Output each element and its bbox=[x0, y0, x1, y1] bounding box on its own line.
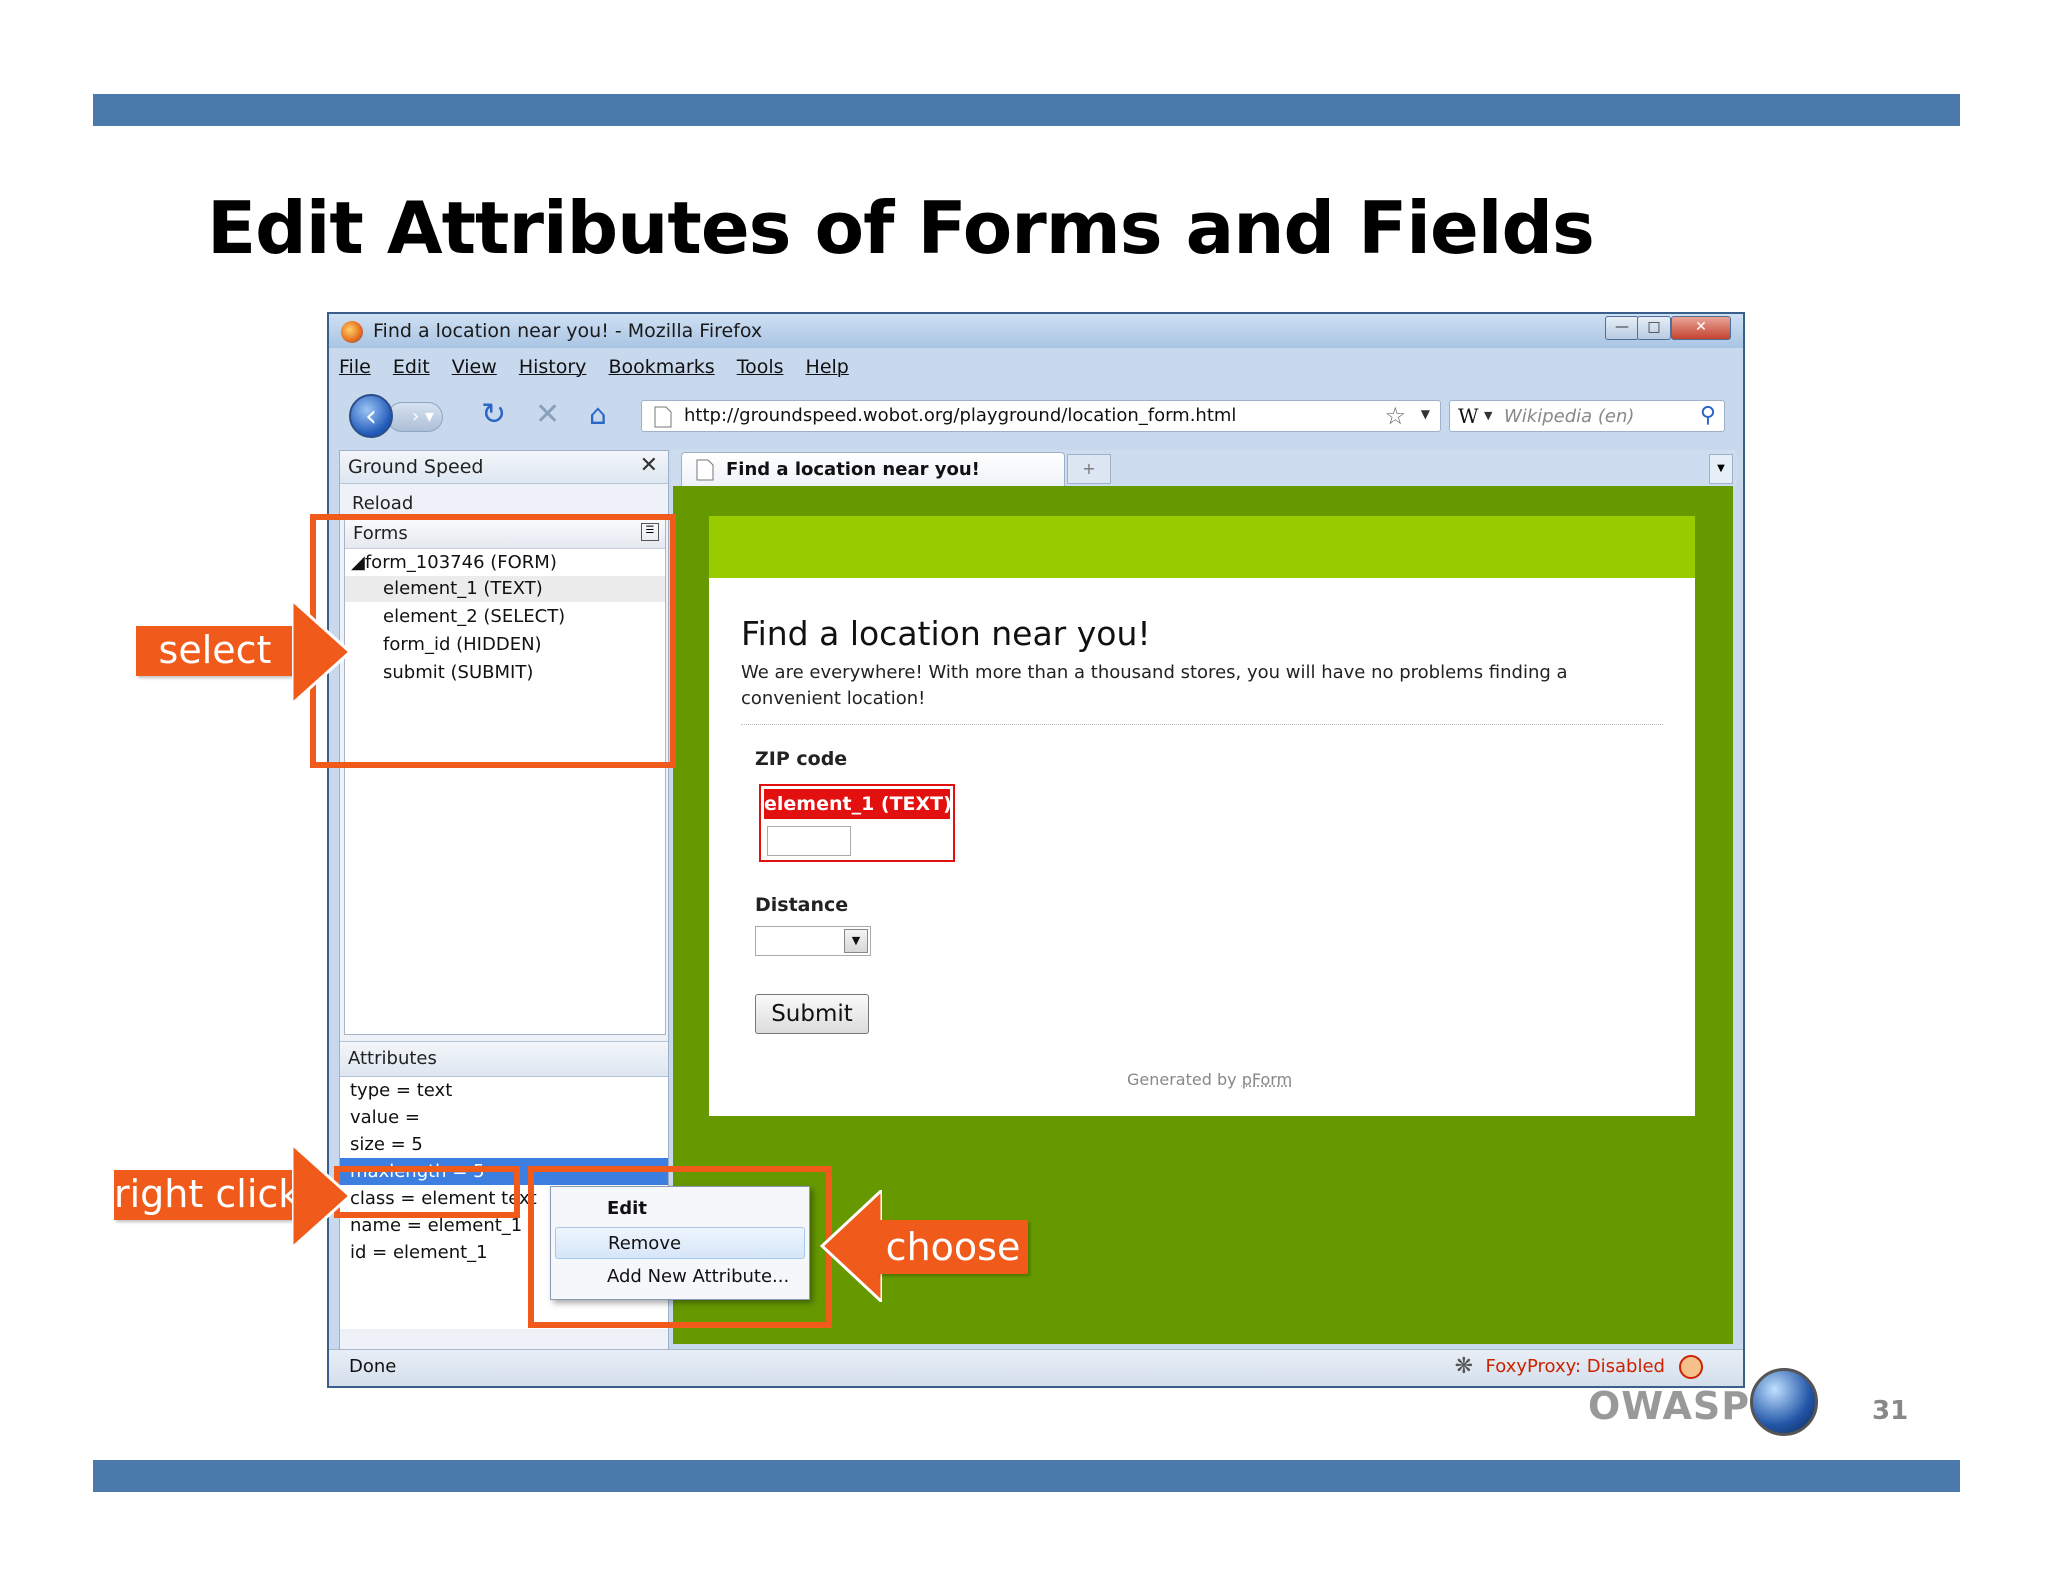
stop-icon[interactable]: ✕ bbox=[535, 398, 560, 432]
top-band bbox=[93, 94, 1960, 126]
search-engine-icon[interactable]: W bbox=[1458, 404, 1479, 428]
submit-button[interactable]: Submit bbox=[755, 994, 869, 1034]
callout-choose: choose bbox=[820, 1190, 1040, 1302]
sidebar-header: Ground Speed ✕ bbox=[340, 451, 668, 484]
url-bar[interactable]: http://groundspeed.wobot.org/playground/… bbox=[641, 400, 1441, 432]
bug-icon[interactable]: ❋ bbox=[1455, 1354, 1473, 1379]
generated-prefix: Generated by bbox=[1127, 1070, 1237, 1089]
navigation-toolbar: › ▾ ‹ ↻ ✕ ⌂ http://groundspeed.wobot.org… bbox=[329, 388, 1743, 442]
status-text: Done bbox=[349, 1356, 397, 1377]
tab-bar: Find a location near you! + ▼ bbox=[671, 450, 1737, 486]
callout-choose-label: choose bbox=[878, 1220, 1028, 1274]
forward-button[interactable]: › ▾ bbox=[387, 402, 443, 432]
menu-help[interactable]: Help bbox=[806, 356, 849, 378]
callout-right-click-label: right click bbox=[114, 1170, 300, 1220]
distance-label: Distance bbox=[755, 894, 849, 916]
chevron-down-icon[interactable]: ▼ bbox=[844, 929, 868, 953]
reload-icon[interactable]: ↻ bbox=[481, 398, 506, 432]
new-tab-button[interactable]: + bbox=[1067, 454, 1111, 484]
search-placeholder: Wikipedia (en) bbox=[1504, 406, 1635, 427]
firefox-icon bbox=[341, 321, 363, 343]
url-dropdown-icon[interactable]: ▼ bbox=[1421, 407, 1430, 421]
page-description: We are everywhere! With more than a thou… bbox=[741, 662, 1568, 709]
distance-select[interactable]: ▼ bbox=[755, 926, 871, 956]
arrow-right-icon bbox=[292, 1144, 352, 1248]
divider bbox=[741, 724, 1663, 725]
menu-bookmarks[interactable]: Bookmarks bbox=[608, 356, 714, 378]
url-text: http://groundspeed.wobot.org/playground/… bbox=[684, 405, 1237, 426]
attributes-header: Attributes bbox=[340, 1041, 668, 1077]
page-heading: Find a location near you! bbox=[741, 614, 1151, 653]
menu-view[interactable]: View bbox=[452, 356, 497, 378]
reload-button[interactable]: Reload bbox=[352, 493, 413, 514]
tab-list-button[interactable]: ▼ bbox=[1709, 454, 1733, 484]
form-card-header bbox=[709, 516, 1695, 578]
callout-select: select bbox=[136, 600, 356, 704]
search-box[interactable]: W ▼ Wikipedia (en) ⚲ bbox=[1449, 400, 1725, 432]
tab-page-icon bbox=[696, 459, 714, 481]
annotation-box-attribute bbox=[334, 1166, 520, 1218]
zip-field-highlight: element_1 (TEXT) bbox=[759, 784, 955, 862]
search-engine-dropdown-icon[interactable]: ▼ bbox=[1484, 409, 1492, 422]
annotation-box-menu bbox=[528, 1166, 832, 1328]
arrow-left-icon bbox=[820, 1190, 882, 1302]
window-title: Find a location near you! - Mozilla Fire… bbox=[373, 320, 763, 342]
zip-input[interactable] bbox=[767, 826, 851, 856]
page-icon bbox=[654, 406, 672, 428]
slide-title: Edit Attributes of Forms and Fields bbox=[207, 186, 1595, 270]
foxyproxy-icon[interactable] bbox=[1679, 1355, 1703, 1379]
arrow-right-icon bbox=[292, 600, 352, 704]
menu-tools[interactable]: Tools bbox=[737, 356, 784, 378]
title-bar: Find a location near you! - Mozilla Fire… bbox=[329, 314, 1743, 348]
back-button[interactable]: ‹ bbox=[349, 394, 393, 438]
callout-right-click: right click bbox=[114, 1144, 354, 1248]
sidebar-title: Ground Speed bbox=[348, 456, 484, 478]
attribute-row[interactable]: value = bbox=[340, 1104, 668, 1131]
attributes-label: Attributes bbox=[348, 1048, 437, 1069]
annotation-box-forms bbox=[310, 514, 676, 768]
foxyproxy-status[interactable]: FoxyProxy: Disabled bbox=[1486, 1356, 1665, 1377]
attribute-row[interactable]: size = 5 bbox=[340, 1131, 668, 1158]
search-icon[interactable]: ⚲ bbox=[1700, 403, 1716, 428]
element-badge: element_1 (TEXT) bbox=[764, 789, 952, 819]
menu-edit[interactable]: Edit bbox=[393, 356, 430, 378]
page-number: 31 bbox=[1872, 1396, 1909, 1426]
minimize-button[interactable]: — bbox=[1605, 316, 1639, 340]
bottom-band bbox=[93, 1460, 1960, 1492]
close-window-button[interactable]: ✕ bbox=[1671, 316, 1731, 340]
pform-link[interactable]: pForm bbox=[1242, 1070, 1292, 1089]
home-icon[interactable]: ⌂ bbox=[589, 398, 607, 432]
status-bar: Done ❋ FoxyProxy: Disabled bbox=[329, 1349, 1743, 1386]
generated-by: Generated by pForm bbox=[1127, 1070, 1292, 1089]
maximize-button[interactable]: □ bbox=[1637, 316, 1671, 340]
menu-history[interactable]: History bbox=[519, 356, 587, 378]
owasp-logo bbox=[1750, 1368, 1818, 1436]
zip-label: ZIP code bbox=[755, 748, 848, 770]
attribute-row[interactable]: type = text bbox=[340, 1077, 668, 1104]
bookmark-star-icon[interactable]: ☆ bbox=[1384, 402, 1406, 430]
callout-select-label: select bbox=[136, 626, 294, 676]
form-card: Find a location near you! We are everywh… bbox=[709, 516, 1695, 1116]
sidebar-close-icon[interactable]: ✕ bbox=[640, 453, 658, 478]
menu-bar: File Edit View History Bookmarks Tools H… bbox=[339, 356, 865, 382]
tab-label: Find a location near you! bbox=[726, 459, 980, 480]
menu-file[interactable]: File bbox=[339, 356, 371, 378]
owasp-wordmark: OWASP bbox=[1588, 1384, 1751, 1428]
tab-active[interactable]: Find a location near you! bbox=[681, 452, 1065, 486]
